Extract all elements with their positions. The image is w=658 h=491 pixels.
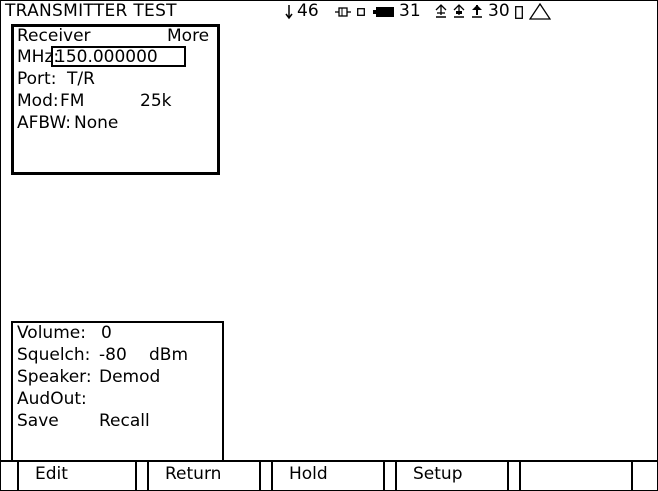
temperature-icon-3 [472,5,482,18]
softkey-edit-label: Edit [35,464,68,484]
squelch-label: Squelch: [17,345,91,365]
softkey-bar: Edit Return Hold Setup [1,460,657,490]
afbw-label: AFBW: [17,113,72,133]
speaker-label: Speaker: [17,367,92,387]
audio-panel: Volume: 0 Squelch: -80 dBm Speaker: Demo… [11,321,224,461]
instrument-screen: TRANSMITTER TEST 46 31 30 Receiver More … [0,0,658,491]
port-value[interactable]: T/R [67,69,95,89]
signal-value: 46 [297,1,319,21]
softkey-return[interactable]: Return [147,462,261,490]
audout-label: AudOut: [17,389,87,409]
status-bar: 46 31 30 [281,1,657,23]
recall-button[interactable]: Recall [99,411,150,431]
softkey-edit[interactable]: Edit [17,462,137,490]
memory-icon [515,6,523,19]
temperature-value: 30 [488,1,510,21]
softkey-setup[interactable]: Setup [395,462,509,490]
save-button[interactable]: Save [17,411,59,431]
frequency-field[interactable]: 150.000000 [51,46,186,67]
squelch-unit: dBm [149,345,189,365]
warning-triangle-icon [529,3,551,20]
softkey-setup-label: Setup [413,464,463,484]
speaker-value[interactable]: Demod [99,367,160,387]
softkey-return-label: Return [165,464,222,484]
signal-down-arrow-icon [285,5,293,20]
afbw-value[interactable]: None [74,113,118,133]
receiver-panel: Receiver More MHz: 150.000000 Port: T/R … [11,24,220,175]
receiver-label: Receiver [17,26,91,46]
battery-value: 31 [399,1,421,21]
connector-icon [335,7,351,17]
softkey-hold[interactable]: Hold [271,462,385,490]
temperature-icon-2 [453,4,465,18]
mod-label: Mod: [17,91,59,111]
volume-value[interactable]: 0 [101,323,112,343]
more-button[interactable]: More [167,26,209,46]
frequency-value: 150.000000 [55,47,158,67]
softkey-blank[interactable] [519,462,633,490]
plug-icon [357,8,365,16]
battery-icon [373,7,394,17]
mod-value[interactable]: FM [60,91,84,111]
port-label: Port: [17,69,57,89]
volume-label: Volume: [17,323,86,343]
bandwidth-value[interactable]: 25k [140,91,171,111]
screen-title: TRANSMITTER TEST [5,1,177,21]
squelch-value[interactable]: -80 [99,345,127,365]
softkey-hold-label: Hold [289,464,328,484]
temperature-icon-1 [435,4,447,18]
